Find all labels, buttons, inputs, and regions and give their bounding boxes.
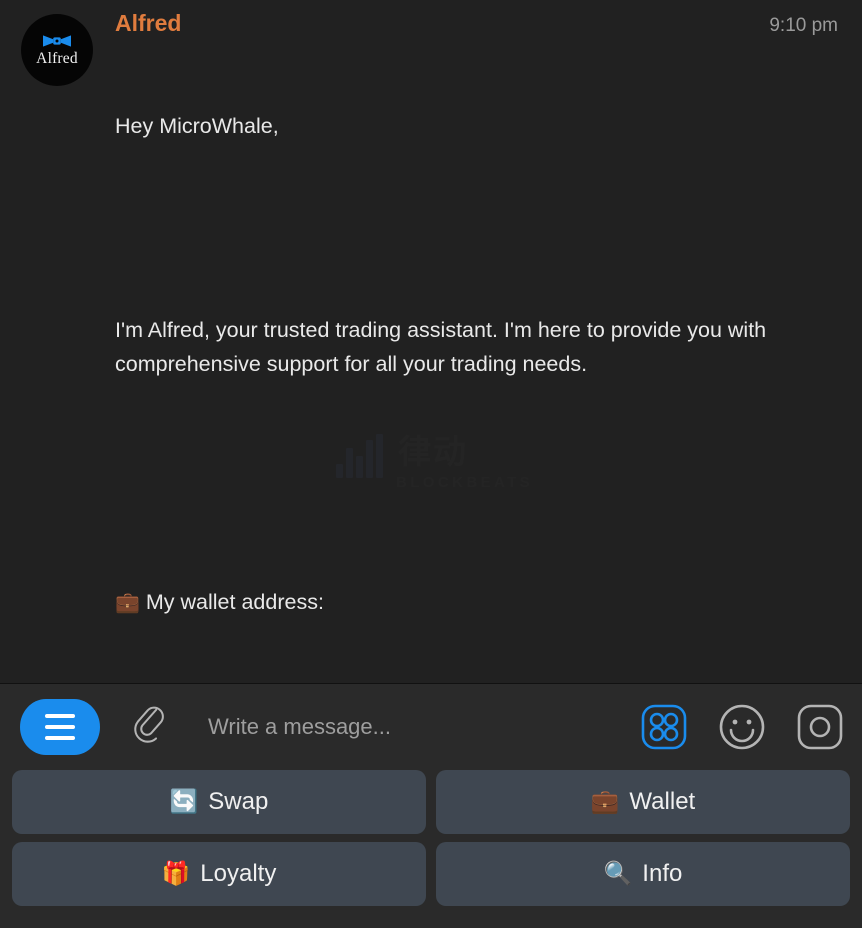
magnifier-icon: 🔍 bbox=[603, 860, 633, 887]
keyboard-button-swap[interactable]: 🔄 Swap bbox=[12, 770, 426, 834]
message-input[interactable] bbox=[182, 714, 614, 740]
telegram-chat-screen: 律动 BLOCKBEATS Alfred Alfred 9:10 pm Hey … bbox=[0, 0, 862, 928]
bot-commands-button[interactable] bbox=[636, 699, 692, 755]
keyboard-button-label: Info bbox=[642, 860, 683, 887]
chat-message-list[interactable]: 律动 BLOCKBEATS Alfred Alfred 9:10 pm Hey … bbox=[0, 0, 862, 683]
wallet-label: My wallet address: bbox=[139, 590, 324, 614]
camera-icon bbox=[797, 704, 843, 750]
keyboard-button-label: Loyalty bbox=[200, 860, 277, 887]
attach-button[interactable] bbox=[120, 705, 182, 749]
message-header: Alfred 9:10 pm bbox=[115, 8, 838, 40]
camera-button[interactable] bbox=[792, 699, 848, 755]
smiley-icon bbox=[719, 704, 765, 750]
hamburger-line bbox=[45, 714, 75, 718]
swap-icon: 🔄 bbox=[169, 788, 199, 815]
hamburger-line bbox=[45, 736, 75, 740]
chat-message: Alfred Alfred 9:10 pm Hey MicroWhale, I'… bbox=[0, 0, 862, 683]
bot-keyboard: 🔄 Swap 💼 Wallet 🎁 Loyalty 🔍 Info bbox=[0, 770, 862, 906]
avatar[interactable]: Alfred bbox=[21, 14, 93, 86]
keyboard-button-loyalty[interactable]: 🎁 Loyalty bbox=[12, 842, 426, 906]
briefcase-icon: 💼 bbox=[590, 788, 620, 815]
message-body: Alfred 9:10 pm Hey MicroWhale, I'm Alfre… bbox=[115, 8, 848, 683]
composer-input-row bbox=[0, 684, 862, 770]
keyboard-button-info[interactable]: 🔍 Info bbox=[436, 842, 850, 906]
bot-menu-button[interactable] bbox=[20, 699, 100, 755]
keyboard-button-wallet[interactable]: 💼 Wallet bbox=[436, 770, 850, 834]
message-text: Hey MicroWhale, I'm Alfred, your trusted… bbox=[115, 41, 838, 683]
message-timestamp: 9:10 pm bbox=[769, 15, 838, 36]
bowtie-icon bbox=[43, 35, 71, 47]
sender-name[interactable]: Alfred bbox=[115, 8, 181, 38]
keyboard-button-label: Swap bbox=[208, 788, 269, 815]
keyboard-button-label: Wallet bbox=[629, 788, 696, 815]
wallet-label-line: 💼 My wallet address: bbox=[115, 585, 838, 619]
hamburger-line bbox=[45, 725, 75, 729]
gift-icon: 🎁 bbox=[161, 860, 191, 887]
avatar-name: Alfred bbox=[36, 50, 78, 68]
emoji-button[interactable] bbox=[714, 699, 770, 755]
intro-paragraph: I'm Alfred, your trusted trading assista… bbox=[115, 318, 773, 376]
paperclip-icon bbox=[134, 706, 164, 743]
message-composer: 🔄 Swap 💼 Wallet 🎁 Loyalty 🔍 Info bbox=[0, 683, 862, 928]
greeting-line: Hey MicroWhale, bbox=[115, 114, 279, 138]
apps-grid-icon bbox=[641, 704, 687, 750]
briefcase-icon: 💼 bbox=[115, 590, 140, 614]
